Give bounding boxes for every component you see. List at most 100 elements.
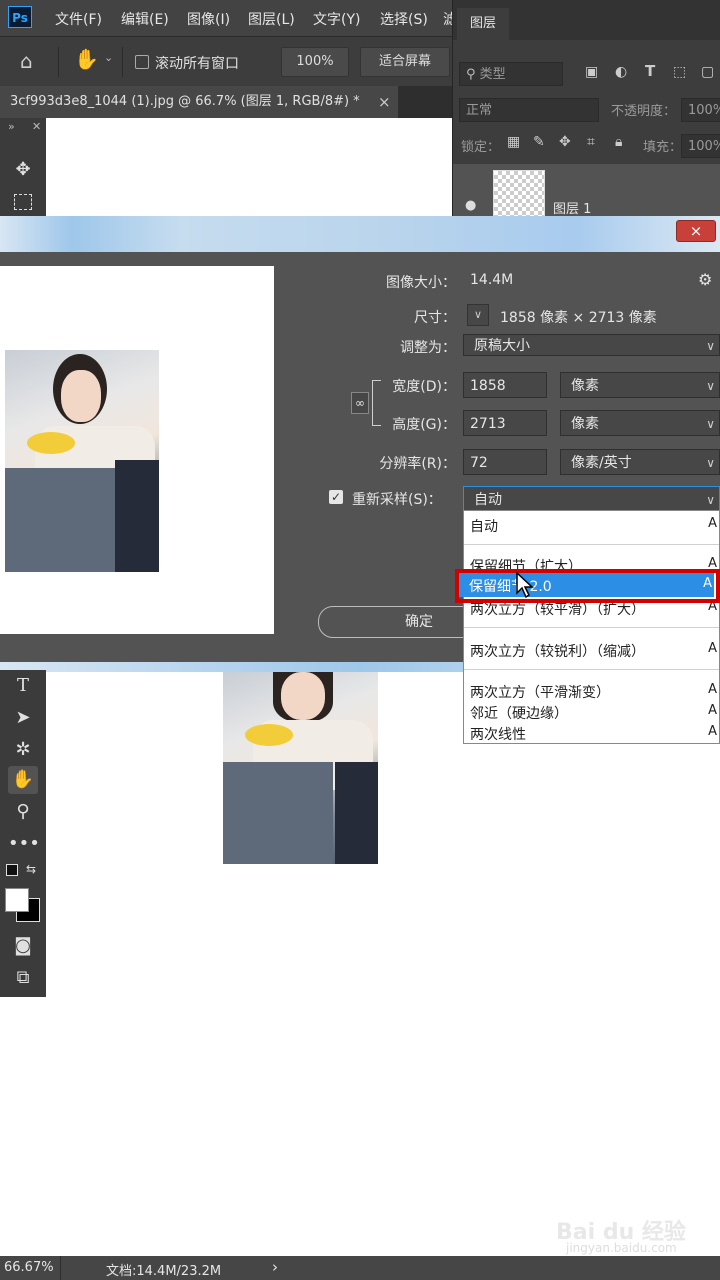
tool-panel-top: » ✕ ✥ — [0, 118, 46, 218]
layer-thumbnail — [493, 170, 545, 222]
panel-close-icon[interactable]: ✕ — [32, 120, 41, 133]
close-tab-icon[interactable]: × — [378, 93, 391, 111]
dialog-close-button[interactable]: × — [676, 220, 716, 242]
menu-filter[interactable]: 滤 — [443, 9, 452, 29]
layers-panel: 图层 ⚲ 类型 ▣ ◐ T ⬚ ▢ 正常 不透明度： 100% 锁定： ▦ ✎ … — [452, 0, 720, 222]
canvas-image[interactable] — [223, 672, 378, 864]
lock-transparency-icon[interactable]: ▦ — [507, 134, 520, 150]
menu-image[interactable]: 图像(I) — [187, 9, 230, 29]
visibility-eye-icon[interactable]: ● — [465, 198, 476, 213]
scroll-all-label: 滚动所有窗口 — [155, 56, 239, 72]
default-colors-icon[interactable] — [6, 864, 18, 876]
quick-mask-icon[interactable]: ◙ — [8, 932, 38, 960]
fit-screen-button[interactable]: 适合屏幕 — [360, 47, 450, 77]
preview-image — [5, 350, 159, 572]
dropdown-item-shortcut: A — [708, 703, 717, 718]
dropdown-separator — [464, 627, 719, 628]
zoom-level[interactable]: 66.67% — [4, 1260, 54, 1275]
image-size-value: 14.4M — [470, 272, 514, 288]
dropdown-item-bicubic-smooth-gradients[interactable]: 两次立方（平滑渐变） — [470, 682, 610, 702]
menu-layer[interactable]: 图层(L) — [248, 9, 295, 29]
lock-label: 锁定： — [461, 140, 501, 155]
menu-type[interactable]: 文字(Y) — [313, 9, 360, 29]
document-info: 文档:14.4M/23.2M — [106, 1264, 222, 1279]
document-tab[interactable]: 3cf993d3e8_1044 (1).jpg @ 66.7% (图层 1, R… — [0, 86, 398, 118]
more-tools-icon[interactable]: ••• — [8, 830, 40, 858]
photoshop-logo[interactable]: Ps — [8, 6, 32, 28]
document-tab-bar: 3cf993d3e8_1044 (1).jpg @ 66.7% (图层 1, R… — [0, 86, 452, 118]
hand-tool-icon[interactable]: ✋ — [8, 766, 38, 794]
custom-shape-tool-icon[interactable]: ✲ — [8, 736, 38, 764]
width-label: 宽度(D)： — [392, 379, 456, 395]
menu-edit[interactable]: 编辑(E) — [121, 9, 169, 29]
fit-to-label: 调整为： — [400, 340, 456, 356]
width-field[interactable]: 1858 — [463, 372, 547, 398]
dropdown-item-shortcut: A — [708, 641, 717, 656]
home-icon[interactable]: ⌂ — [20, 49, 33, 73]
canvas-area[interactable] — [46, 118, 452, 218]
gear-icon[interactable]: ⚙ — [698, 270, 712, 289]
shape-filter-icon[interactable]: ⬚ — [673, 64, 686, 80]
lock-artboard-icon[interactable]: ⌗ — [587, 134, 595, 150]
dialog-title-bar[interactable]: × — [0, 216, 720, 252]
fill-field[interactable]: 100% — [681, 134, 720, 158]
marquee-tool-icon[interactable] — [8, 188, 38, 216]
width-unit-value: 像素 — [571, 378, 599, 394]
opacity-label: 不透明度： — [611, 104, 677, 119]
layer-filter-select[interactable]: ⚲ 类型 — [459, 62, 563, 86]
dropdown-item-bilinear[interactable]: 两次线性 — [470, 724, 526, 744]
hand-tool-icon[interactable]: ✋ — [74, 47, 99, 71]
path-selection-tool-icon[interactable]: ➤ — [8, 704, 38, 732]
foreground-color-swatch[interactable] — [5, 888, 29, 912]
image-filter-icon[interactable]: ▣ — [585, 64, 598, 80]
resample-checkbox[interactable]: ✓ — [329, 490, 343, 504]
width-unit-select[interactable]: 像素 ∨ — [560, 372, 720, 398]
lock-all-icon[interactable]: 🔒︎ — [615, 134, 622, 150]
layers-tab-bar: 图层 — [453, 0, 720, 40]
type-filter-icon[interactable]: T — [645, 62, 655, 80]
dropdown-item-shortcut: A — [708, 724, 717, 739]
height-unit-select[interactable]: 像素 ∨ — [560, 410, 720, 436]
type-tool-icon[interactable]: T — [8, 672, 38, 700]
tab-layers[interactable]: 图层 — [457, 8, 509, 40]
adjustment-filter-icon[interactable]: ◐ — [615, 64, 627, 80]
menu-select[interactable]: 选择(S) — [380, 9, 428, 29]
chevron-down-icon[interactable]: ⌄ — [104, 51, 113, 64]
screen-mode-icon[interactable]: ⧉ — [8, 964, 38, 992]
fit-to-select[interactable]: 原稿大小 ∨ — [463, 334, 720, 356]
dropdown-item-bicubic-sharper[interactable]: 两次立方（较锐利）（缩减） — [470, 641, 645, 661]
menu-bar: Ps 文件(F) 编辑(E) 图像(I) 图层(L) 文字(Y) 选择(S) 滤 — [0, 0, 452, 36]
blend-mode-select[interactable]: 正常 — [459, 98, 599, 122]
menu-file[interactable]: 文件(F) — [55, 9, 102, 29]
lock-position-icon[interactable]: ✥ — [559, 134, 571, 150]
lock-paint-icon[interactable]: ✎ — [533, 134, 545, 150]
zoom-tool-icon[interactable]: ⚲ — [8, 798, 38, 826]
height-field[interactable]: 2713 — [463, 410, 547, 436]
swap-colors-icon[interactable]: ⇆ — [26, 862, 36, 876]
opacity-field[interactable]: 100% — [681, 98, 720, 122]
chevron-down-icon: ∨ — [706, 379, 715, 393]
resolution-label: 分辨率(R)： — [379, 456, 456, 472]
layer-row[interactable]: ● 图层 1 — [453, 164, 720, 222]
image-size-label: 图像大小： — [386, 275, 456, 291]
chevron-down-icon: ∨ — [706, 456, 715, 470]
tool-panel-bottom: T ➤ ✲ ✋ ⚲ ••• ⇆ ◙ ⧉ — [0, 670, 46, 997]
dropdown-item-nearest-neighbor[interactable]: 邻近（硬边缘） — [470, 703, 568, 723]
resolution-unit-select[interactable]: 像素/英寸 ∨ — [560, 449, 720, 475]
height-label: 高度(G)： — [392, 417, 456, 433]
fill-label: 填充： — [643, 140, 683, 155]
scroll-all-checkbox[interactable] — [135, 55, 149, 69]
resolution-field[interactable]: 72 — [463, 449, 547, 475]
move-tool-icon[interactable]: ✥ — [8, 156, 38, 184]
resample-select[interactable]: 自动 ∨ — [463, 486, 720, 512]
divider — [122, 47, 123, 77]
preview-pane[interactable] — [0, 266, 274, 634]
resample-dropdown: 自动 A 保留细节（扩大） A 两次立方（较平滑）（扩大） A 两次立方（较锐利… — [463, 510, 720, 744]
layer-name[interactable]: 图层 1 — [553, 198, 591, 217]
smart-object-filter-icon[interactable]: ▢ — [701, 64, 714, 80]
chevron-down-icon[interactable]: ∨ — [467, 304, 489, 326]
dropdown-item-auto[interactable]: 自动 — [470, 516, 498, 536]
zoom-100-button[interactable]: 100% — [281, 47, 349, 77]
status-menu-arrow-icon[interactable]: › — [272, 1258, 278, 1276]
panel-collapse-icon[interactable]: » — [8, 120, 15, 133]
